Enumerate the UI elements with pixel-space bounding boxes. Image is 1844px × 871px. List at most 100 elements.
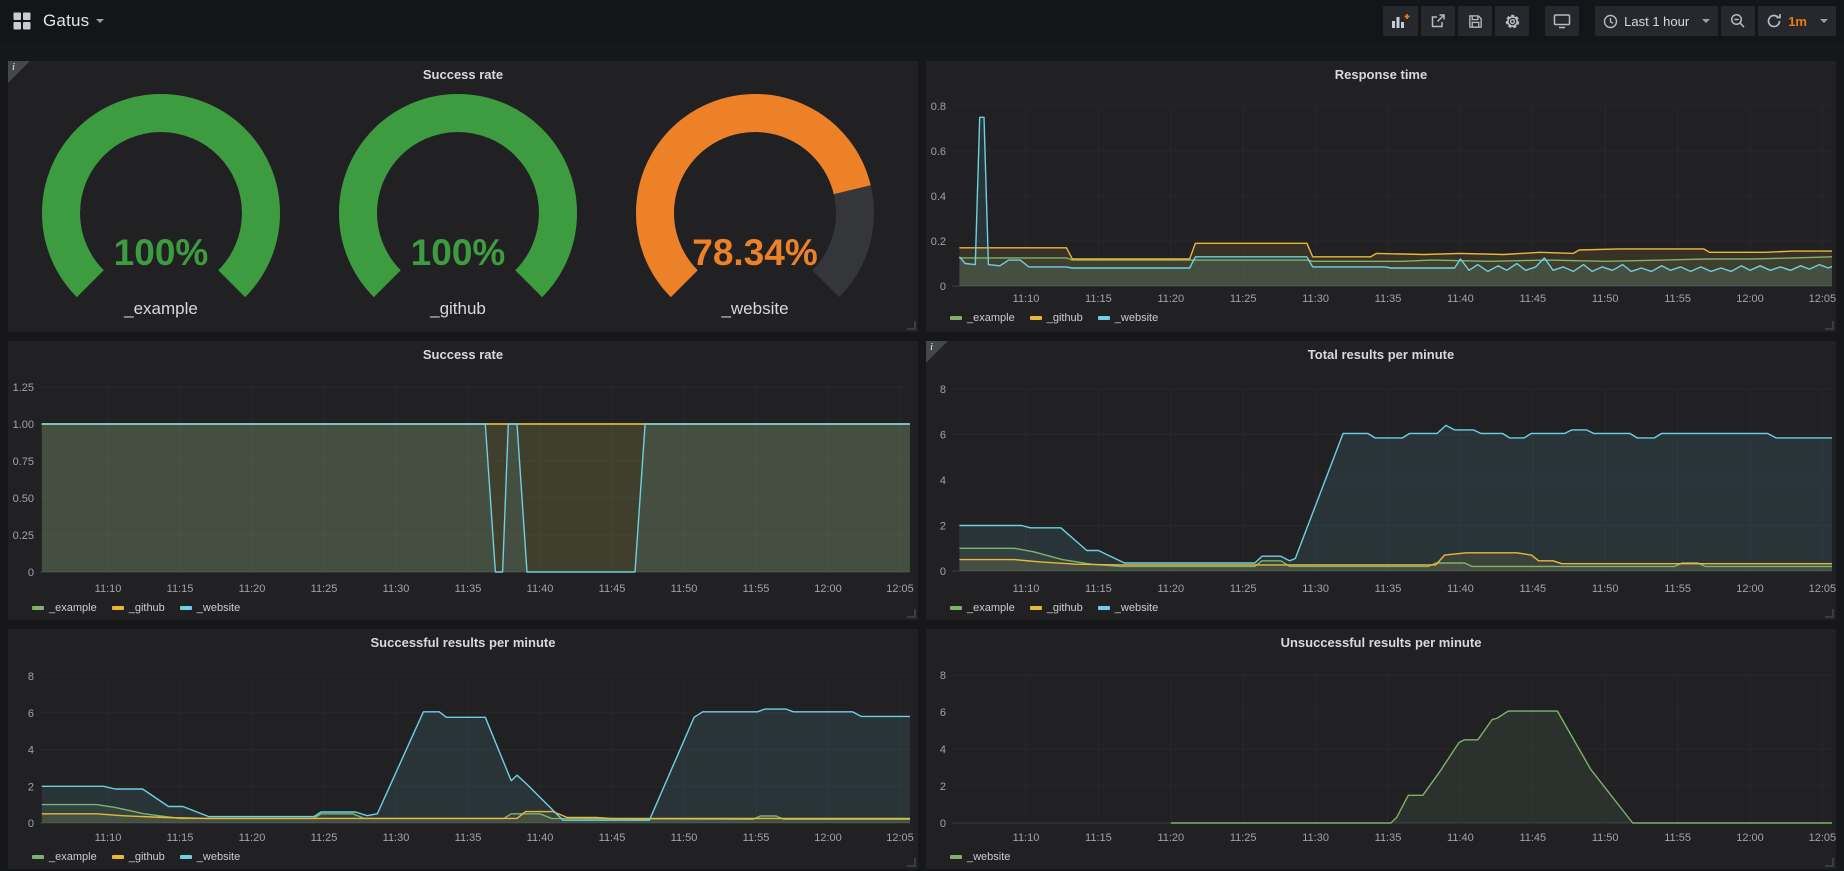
legend-item[interactable]: _website <box>180 602 240 614</box>
panel-title[interactable]: Unsuccessful results per minute <box>926 629 1836 656</box>
panel-title[interactable]: Total results per minute <box>926 341 1836 368</box>
legend-item[interactable]: _website <box>1098 312 1158 324</box>
panel-resize-handle[interactable] <box>1825 321 1834 330</box>
svg-text:11:10: 11:10 <box>95 832 122 844</box>
settings-button[interactable] <box>1495 6 1529 36</box>
panel-total-results: i Total results per minute 0246811:1011:… <box>926 341 1836 620</box>
refresh-interval-label[interactable]: 1m <box>1788 14 1807 29</box>
legend-item[interactable]: _example <box>950 312 1015 324</box>
svg-text:0: 0 <box>28 818 34 830</box>
legend-item[interactable]: _website <box>180 851 240 863</box>
svg-text:11:20: 11:20 <box>1157 293 1184 305</box>
legend-item[interactable]: _example <box>32 602 97 614</box>
series-color-dash <box>1030 606 1042 610</box>
svg-text:12:05: 12:05 <box>1809 293 1836 305</box>
legend-label: _github <box>1047 312 1083 324</box>
success-rate-graph-chart[interactable]: 00.250.500.751.001.2511:1011:1511:2011:2… <box>8 341 918 620</box>
svg-text:11:25: 11:25 <box>1230 832 1257 844</box>
tv-mode-button[interactable] <box>1545 6 1579 36</box>
svg-text:11:35: 11:35 <box>1375 583 1402 595</box>
svg-text:12:00: 12:00 <box>814 832 842 844</box>
chart-legend: _example _github _website <box>950 312 1158 324</box>
legend-item[interactable]: _example <box>32 851 97 863</box>
panel-resize-handle[interactable] <box>1825 609 1834 618</box>
svg-text:100%: 100% <box>114 232 209 273</box>
svg-text:11:45: 11:45 <box>1519 583 1546 595</box>
total-results-chart[interactable]: 0246811:1011:1511:2011:2511:3011:3511:40… <box>926 341 1836 620</box>
clock-icon <box>1603 14 1618 29</box>
svg-text:_website: _website <box>720 299 788 318</box>
series-color-dash <box>1098 316 1110 320</box>
successful-results-chart[interactable]: 0246811:1011:1511:2011:2511:3011:3511:40… <box>8 629 918 869</box>
legend-item[interactable]: _github <box>112 851 165 863</box>
series-color-dash <box>1098 606 1110 610</box>
svg-text:11:50: 11:50 <box>1592 583 1619 595</box>
panel-resize-handle[interactable] <box>907 609 916 618</box>
save-icon <box>1468 14 1483 29</box>
chart-legend: _example _github _website <box>32 602 240 614</box>
panel-resize-handle[interactable] <box>1825 858 1834 867</box>
time-range-picker[interactable]: Last 1 hour <box>1595 6 1718 36</box>
legend-item[interactable]: _website <box>950 851 1010 863</box>
panel-title[interactable]: Response time <box>926 61 1836 88</box>
unsuccessful-results-chart[interactable]: 0246811:1011:1511:2011:2511:3011:3511:40… <box>926 629 1836 869</box>
legend-label: _github <box>1047 602 1083 614</box>
svg-text:11:15: 11:15 <box>1085 293 1112 305</box>
svg-text:6: 6 <box>940 430 946 442</box>
svg-text:0.2: 0.2 <box>931 236 946 248</box>
svg-text:11:50: 11:50 <box>1592 832 1619 844</box>
legend-item[interactable]: _github <box>1030 312 1083 324</box>
legend-item[interactable]: _website <box>1098 602 1158 614</box>
success-rate-gauges-chart[interactable]: 100%_example100%_github78.34%_website <box>8 61 918 332</box>
legend-label: _website <box>197 851 240 863</box>
save-button[interactable] <box>1458 6 1492 36</box>
svg-text:11:10: 11:10 <box>1013 832 1040 844</box>
share-button[interactable] <box>1421 6 1455 36</box>
svg-text:2: 2 <box>940 781 946 793</box>
series-color-dash <box>32 606 44 610</box>
svg-text:11:20: 11:20 <box>1157 832 1184 844</box>
info-icon[interactable]: i <box>8 61 30 83</box>
svg-text:11:15: 11:15 <box>167 832 194 844</box>
svg-text:12:00: 12:00 <box>1736 293 1764 305</box>
svg-text:0.4: 0.4 <box>931 191 946 203</box>
svg-text:78.34%: 78.34% <box>692 232 818 273</box>
svg-text:11:40: 11:40 <box>1447 583 1474 595</box>
panel-resize-handle[interactable] <box>907 858 916 867</box>
legend-item[interactable]: _github <box>112 602 165 614</box>
dashboard-title-button[interactable]: Gatus <box>43 11 104 31</box>
svg-text:0.50: 0.50 <box>13 493 34 505</box>
share-icon <box>1430 13 1446 29</box>
legend-item[interactable]: _github <box>1030 602 1083 614</box>
grafana-logo-icon[interactable] <box>12 11 32 31</box>
panel-resize-handle[interactable] <box>907 321 916 330</box>
svg-text:11:45: 11:45 <box>1519 832 1546 844</box>
svg-text:11:30: 11:30 <box>383 832 410 844</box>
panel-response-time: Response time 00.20.40.60.811:1011:1511:… <box>926 61 1836 332</box>
refresh-button[interactable]: 1m <box>1758 6 1836 36</box>
legend-label: _example <box>49 602 97 614</box>
svg-text:12:05: 12:05 <box>1809 583 1836 595</box>
legend-label: _website <box>1115 312 1158 324</box>
panel-success-rate-gauges: i Success rate 100%_example100%_github78… <box>8 61 918 332</box>
panel-title[interactable]: Success rate <box>8 341 918 368</box>
response-time-chart[interactable]: 00.20.40.60.811:1011:1511:2011:2511:3011… <box>926 61 1836 332</box>
time-range-label: Last 1 hour <box>1624 14 1689 29</box>
panel-success-rate-graph: Success rate 00.250.500.751.001.2511:101… <box>8 341 918 620</box>
svg-text:11:45: 11:45 <box>599 832 626 844</box>
svg-text:11:10: 11:10 <box>95 583 122 595</box>
panel-title[interactable]: Success rate <box>8 61 918 88</box>
panel-title[interactable]: Successful results per minute <box>8 629 918 656</box>
svg-text:1.00: 1.00 <box>13 419 34 431</box>
svg-text:11:50: 11:50 <box>671 583 698 595</box>
svg-text:0.6: 0.6 <box>931 146 946 158</box>
legend-label: _website <box>1115 602 1158 614</box>
info-icon[interactable]: i <box>926 341 948 363</box>
zoom-out-button[interactable] <box>1721 6 1755 36</box>
legend-item[interactable]: _example <box>950 602 1015 614</box>
add-panel-button[interactable] <box>1383 6 1418 36</box>
zoom-out-icon <box>1730 13 1746 29</box>
svg-text:6: 6 <box>28 708 34 720</box>
svg-text:12:00: 12:00 <box>814 583 842 595</box>
svg-text:2: 2 <box>940 521 946 533</box>
